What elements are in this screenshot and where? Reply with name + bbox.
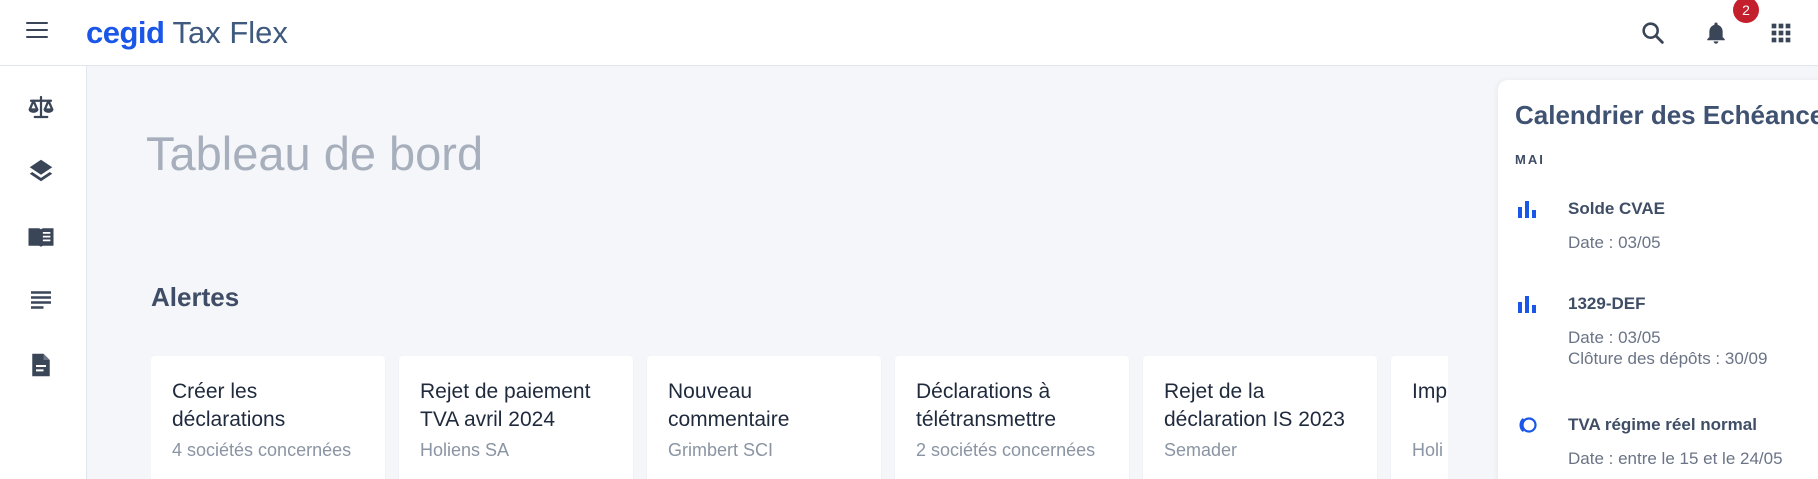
product-name: Tax Flex [172, 15, 288, 50]
bar-chart-icon [1515, 292, 1539, 316]
alert-card[interactable]: Imp Holi [1391, 356, 1448, 479]
alert-subtitle: 2 sociétés concernées [916, 440, 1096, 460]
page-title: Tableau de bord [146, 127, 484, 180]
alerts-section-title: Alertes [151, 282, 240, 312]
rings-icon [1515, 413, 1539, 437]
layers-icon[interactable] [26, 156, 56, 186]
alert-title: Imp [1412, 380, 1448, 403]
calendar-month: MAI [1515, 152, 1545, 167]
balance-scale-icon[interactable] [26, 92, 56, 122]
menu-icon[interactable] [26, 22, 48, 42]
alert-title: Créer les déclarations [172, 380, 286, 431]
event-date: Date : entre le 15 et le 24/05 [1568, 449, 1783, 468]
deadlines-calendar-panel: Calendrier des Echéances MAI Solde CVAE … [1498, 80, 1818, 479]
text-lines-icon[interactable] [26, 285, 56, 315]
brand-name: cegid [86, 15, 165, 50]
alert-card[interactable]: Rejet de paiement TVA avril 2024 Holiens… [399, 356, 633, 479]
notification-badge: 2 [1733, 0, 1759, 23]
event-title: 1329-DEF [1568, 294, 1646, 313]
top-bar: cegid Tax Flex 2 [0, 0, 1818, 66]
alert-subtitle: Semader [1164, 440, 1238, 460]
alerts-list: Créer les déclarations 4 sociétés concer… [151, 356, 1448, 479]
event-deadline: Clôture des dépôts : 30/09 [1568, 349, 1768, 368]
alert-card[interactable]: Déclarations à télétransmettre 2 société… [895, 356, 1129, 479]
apps-grid-icon[interactable] [1767, 19, 1795, 47]
alert-title: Nouveau commentaire [668, 380, 790, 431]
alert-subtitle: Holiens SA [420, 440, 510, 460]
event-title: Solde CVAE [1568, 199, 1665, 218]
event-title: TVA régime réel normal [1568, 415, 1757, 434]
event-date: Date : 03/05 [1568, 233, 1661, 252]
alert-card[interactable]: Nouveau commentaire Grimbert SCI [647, 356, 881, 479]
alert-title: Déclarations à télétransmettre [916, 380, 1057, 431]
left-navigation-rail [0, 66, 87, 479]
bell-icon[interactable] [1702, 19, 1730, 47]
alert-title: Rejet de paiement TVA avril 2024 [420, 380, 591, 431]
document-icon[interactable] [26, 350, 56, 380]
book-icon[interactable] [26, 222, 56, 252]
bar-chart-icon [1515, 197, 1539, 221]
alert-subtitle: Holi [1412, 440, 1444, 460]
calendar-title: Calendrier des Echéances [1515, 100, 1818, 130]
alert-subtitle: 4 sociétés concernées [172, 440, 352, 460]
search-icon[interactable] [1639, 19, 1667, 47]
alert-subtitle: Grimbert SCI [668, 440, 774, 460]
alert-card[interactable]: Créer les déclarations 4 sociétés concer… [151, 356, 385, 479]
alert-title: Rejet de la déclaration IS 2023 [1164, 380, 1345, 431]
alert-card[interactable]: Rejet de la déclaration IS 2023 Semader [1143, 356, 1377, 479]
brand-logo[interactable]: cegid Tax Flex [86, 14, 288, 52]
event-date: Date : 03/05 [1568, 328, 1661, 347]
